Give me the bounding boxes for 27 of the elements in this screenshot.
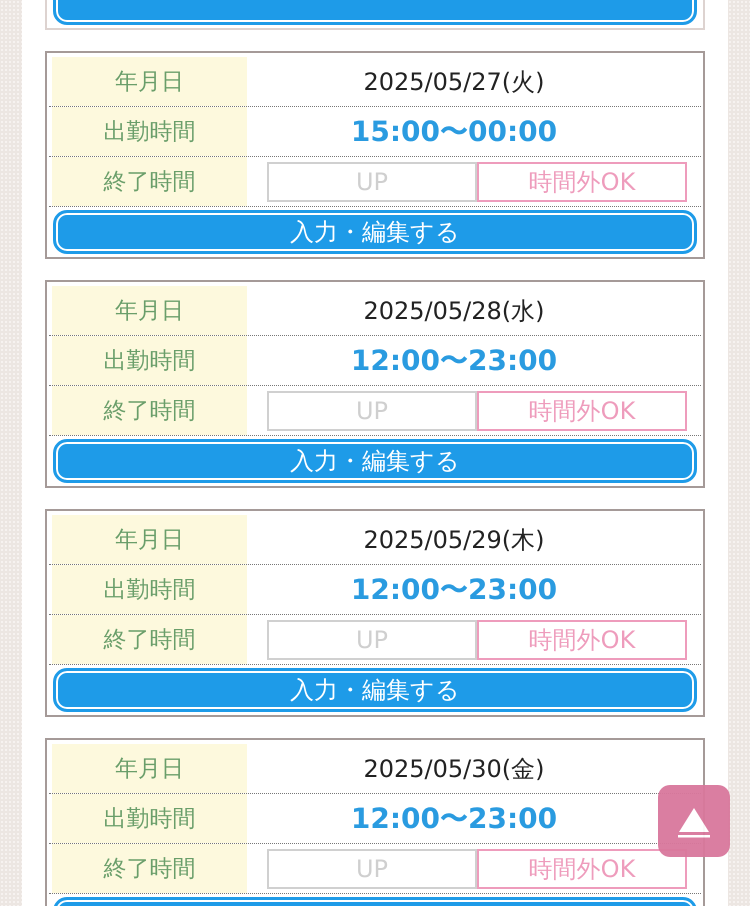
time-value: 15:00〜00:00 [350, 114, 558, 150]
time-value: 12:00〜23:00 [350, 342, 558, 378]
date-value: 2025/05/28(水) [363, 296, 545, 326]
date-value: 2025/05/27(火) [363, 66, 545, 98]
date-value: 2025/05/29(木) [363, 524, 545, 556]
edit-button[interactable]: 入力・編集する [53, 439, 697, 483]
date-value: 2025/05/30(金) [363, 754, 545, 784]
row-label: 終了時間 [52, 844, 247, 893]
overtime-option[interactable]: 時間外OK [477, 162, 687, 202]
row-label: 年月日 [52, 286, 247, 335]
overtime-option[interactable]: 時間外OK [477, 390, 687, 430]
time-value: 12:00〜23:00 [350, 800, 558, 836]
row-label: 年月日 [52, 57, 247, 106]
row-label: 出勤時間 [52, 794, 247, 843]
row-label: 終了時間 [52, 386, 247, 435]
row-label: 終了時間 [52, 157, 247, 206]
row-label: 出勤時間 [52, 336, 247, 385]
edit-button[interactable]: 入力・編集する [53, 210, 697, 254]
edit-button[interactable]: 入力・編集する [53, 668, 697, 712]
overtime-option[interactable]: 時間外OK [477, 848, 687, 888]
row-label: 出勤時間 [52, 565, 247, 614]
row-label: 終了時間 [52, 615, 247, 664]
row-label: 出勤時間 [52, 107, 247, 156]
row-label: 年月日 [52, 744, 247, 793]
row-label: 年月日 [52, 515, 247, 564]
overtime-option[interactable]: 時間外OK [477, 620, 687, 660]
time-value: 12:00〜23:00 [350, 572, 558, 608]
